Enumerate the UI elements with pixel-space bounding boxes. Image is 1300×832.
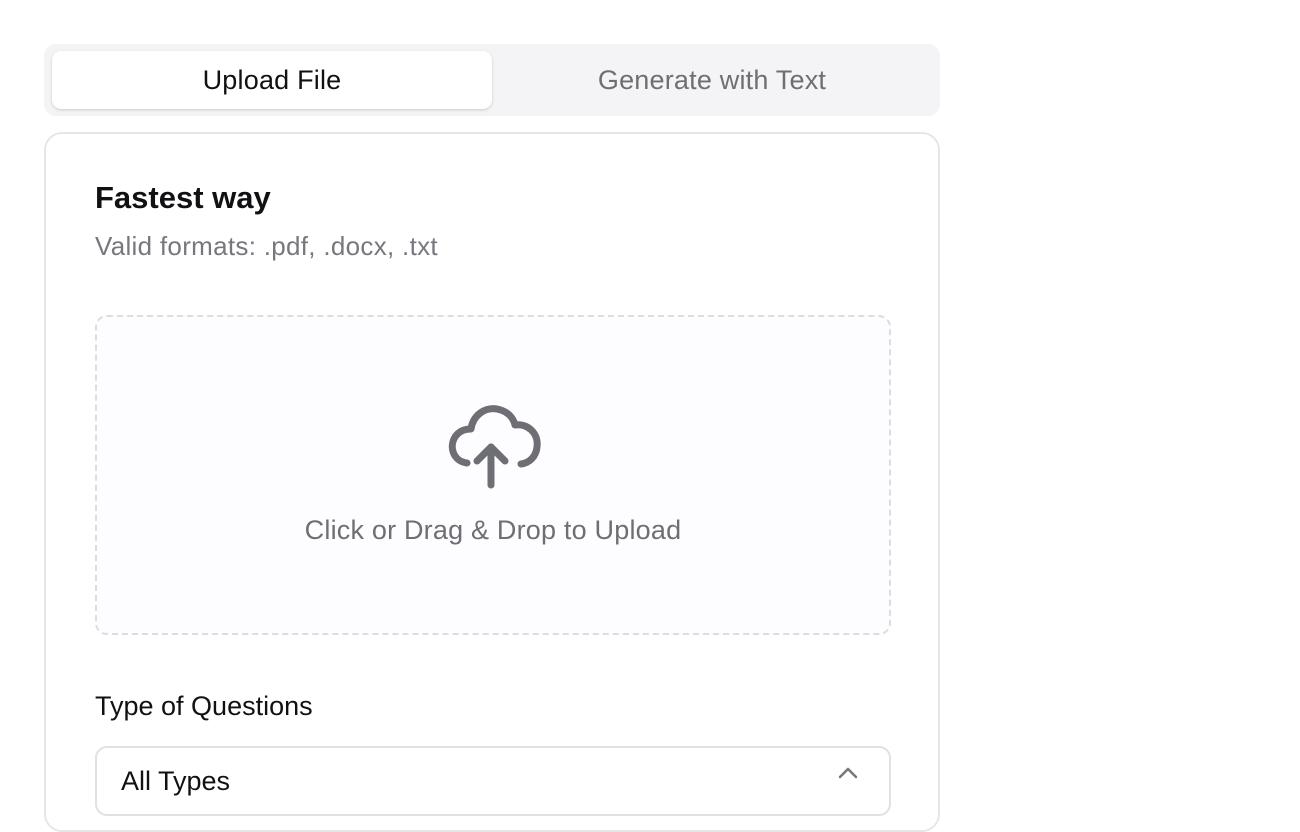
cloud-upload-icon	[448, 405, 541, 489]
question-type-label: Type of Questions	[95, 691, 313, 721]
upload-card: Fastest way Valid formats: .pdf, .docx, …	[44, 132, 940, 832]
tab-generate-with-text[interactable]: Generate with Text	[492, 51, 932, 109]
mode-tabs: Upload File Generate with Text	[44, 44, 940, 116]
dropzone-text: Click or Drag & Drop to Upload	[304, 515, 682, 545]
question-type-select[interactable]: All Types	[95, 746, 891, 816]
valid-formats-text: Valid formats: .pdf, .docx, .txt	[95, 231, 438, 261]
chevron-up-icon	[838, 767, 858, 779]
file-dropzone[interactable]: Click or Drag & Drop to Upload	[95, 315, 891, 635]
card-title: Fastest way	[95, 180, 271, 215]
tab-upload-file[interactable]: Upload File	[52, 51, 492, 109]
